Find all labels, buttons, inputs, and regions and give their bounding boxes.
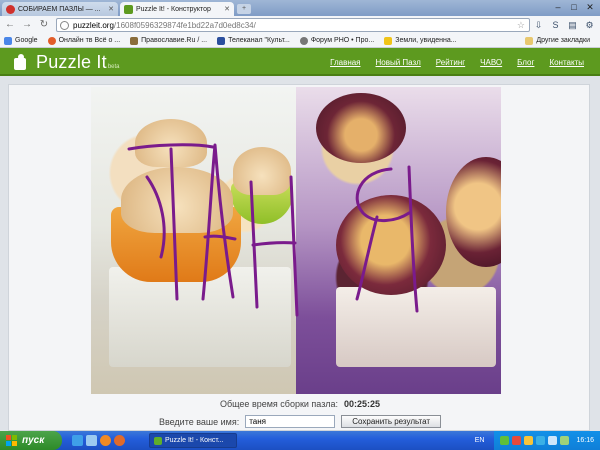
quick-launch <box>72 435 125 446</box>
tab-title: СОБИРАЕМ ПАЗЛЫ — ... <box>18 5 101 13</box>
scribble-stroke <box>355 167 411 222</box>
tray-app-icon[interactable] <box>536 436 546 445</box>
bookmark-pravoslavie[interactable]: Православие.Ru / ... <box>130 36 207 45</box>
tray-app-icon[interactable] <box>512 436 522 445</box>
page-info-icon[interactable] <box>60 20 69 30</box>
close-window-icon[interactable]: ✕ <box>582 1 598 14</box>
close-tab-icon[interactable]: ✕ <box>105 5 114 13</box>
browser-tab[interactable]: СОБИРАЕМ ПАЗЛЫ — ... ✕ <box>2 2 118 16</box>
browser-toolbar: ← → ↻ puzzleit.org/1608f0596329874fe1bd2… <box>0 16 600 34</box>
folder-icon <box>525 36 534 45</box>
chrome-icon <box>154 436 162 445</box>
windows-flag-icon <box>6 435 17 446</box>
scribble-stroke <box>169 147 179 301</box>
close-tab-icon[interactable]: ✕ <box>221 5 230 13</box>
site-nav: Главная Новый Пазл Рейтинг ЧАВО Блог Кон… <box>330 58 584 67</box>
time-value: 00:25:25 <box>343 399 381 409</box>
bookmark-zemli[interactable]: Земли, увиденна... <box>384 36 457 45</box>
tab-title: Puzzle It! - Конструктор <box>136 5 211 13</box>
handwritten-scribble <box>127 143 419 317</box>
language-indicator[interactable]: EN <box>475 437 485 444</box>
puzzle-piece-icon <box>12 53 30 72</box>
bookmark-kultura[interactable]: Телеканал "Культ... <box>217 36 290 45</box>
bookmark-tv[interactable]: Онлайн тв Всё о ... <box>47 36 120 45</box>
forward-icon[interactable]: → <box>20 18 34 32</box>
nav-blog[interactable]: Блог <box>517 58 534 67</box>
scribble-stroke <box>145 175 166 259</box>
window-controls: – □ ✕ <box>550 1 598 14</box>
address-bar[interactable]: puzzleit.org/1608f0596329874fe1bd22a7d0e… <box>56 18 530 32</box>
bookmark-forum[interactable]: Форум РНО • Про... <box>299 36 374 45</box>
assembly-time: Общее время сборки пазла: 00:25:25 <box>9 399 591 409</box>
download-icon[interactable]: ⇩ <box>532 18 545 32</box>
bookmarks-bar: Google Онлайн тв Всё о ... Православие.R… <box>0 34 600 48</box>
result-form: Введите ваше имя: Сохранить результат <box>9 415 591 428</box>
tv-icon <box>47 36 56 45</box>
star-icon <box>384 36 393 45</box>
windows-taskbar: пуск Puzzle It! - Конст... EN 16:16 <box>0 431 600 450</box>
scribble-stroke <box>201 143 235 301</box>
browser-tab-strip: СОБИРАЕМ ПАЗЛЫ — ... ✕ Puzzle It! - Конс… <box>0 0 600 16</box>
extension-icon[interactable]: S <box>549 18 562 32</box>
network-icon[interactable] <box>560 436 570 445</box>
puzzle-image[interactable] <box>91 87 501 394</box>
nav-rating[interactable]: Рейтинг <box>436 58 465 67</box>
new-tab-button[interactable]: + <box>237 4 251 14</box>
site-favicon-icon <box>6 4 15 14</box>
name-label: Введите ваше имя: <box>158 416 240 427</box>
name-input[interactable] <box>245 415 336 428</box>
ie-icon[interactable] <box>72 435 83 446</box>
bookmark-google[interactable]: Google <box>4 36 38 45</box>
maximize-icon[interactable]: □ <box>566 1 582 14</box>
volume-icon[interactable] <box>548 436 558 445</box>
puzzle-panel: Общее время сборки пазла: 00:25:25 Введит… <box>8 84 590 431</box>
bookmark-star-icon[interactable]: ☆ <box>517 20 525 31</box>
scribble-stroke <box>289 175 299 317</box>
url-path: /1608f0596329874fe1bd22a7d0ed8c34/ <box>113 20 256 30</box>
site-logo[interactable]: Puzzle It beta <box>12 52 120 73</box>
back-icon[interactable]: ← <box>3 18 17 32</box>
url-host: puzzleit.org <box>73 20 114 30</box>
browser-tab-active[interactable]: Puzzle It! - Конструктор ✕ <box>120 2 234 16</box>
page-menu-icon[interactable]: ▤ <box>566 18 579 32</box>
taskbar-window-button[interactable]: Puzzle It! - Конст... <box>149 433 237 448</box>
clock: 16:16 <box>576 437 594 444</box>
puzzle-favicon-icon <box>124 4 133 14</box>
scribble-stroke <box>407 165 419 313</box>
site-header: Puzzle It beta Главная Новый Пазл Рейтин… <box>0 48 600 76</box>
nav-contacts[interactable]: Контакты <box>549 58 584 67</box>
tray-app-icon[interactable] <box>500 436 510 445</box>
cross-icon <box>130 36 139 45</box>
desktop-icon[interactable] <box>86 435 97 446</box>
save-result-button[interactable]: Сохранить результат <box>341 415 442 428</box>
tray-app-icon[interactable] <box>524 436 534 445</box>
system-tray: 16:16 <box>494 431 600 450</box>
nav-faq[interactable]: ЧАВО <box>480 58 502 67</box>
google-icon <box>4 36 12 45</box>
toolbar-actions: ⇩ S ▤ ⚙ <box>532 18 596 32</box>
page-content: Общее время сборки пазла: 00:25:25 Введит… <box>0 78 600 431</box>
other-bookmarks[interactable]: Другие закладки <box>525 36 590 45</box>
scribble-stroke <box>251 241 297 247</box>
scribble-stroke <box>355 215 379 301</box>
time-label: Общее время сборки пазла: <box>219 399 338 409</box>
nav-new-puzzle[interactable]: Новый Пазл <box>376 58 421 67</box>
firefox-icon[interactable] <box>114 435 125 446</box>
minimize-icon[interactable]: – <box>550 1 566 14</box>
reload-icon[interactable]: ↻ <box>37 18 51 32</box>
start-button[interactable]: пуск <box>0 431 62 450</box>
wrench-icon[interactable]: ⚙ <box>583 18 596 32</box>
channel-icon <box>217 36 226 45</box>
media-player-icon[interactable] <box>100 435 111 446</box>
forum-icon <box>299 36 308 45</box>
nav-home[interactable]: Главная <box>330 58 360 67</box>
